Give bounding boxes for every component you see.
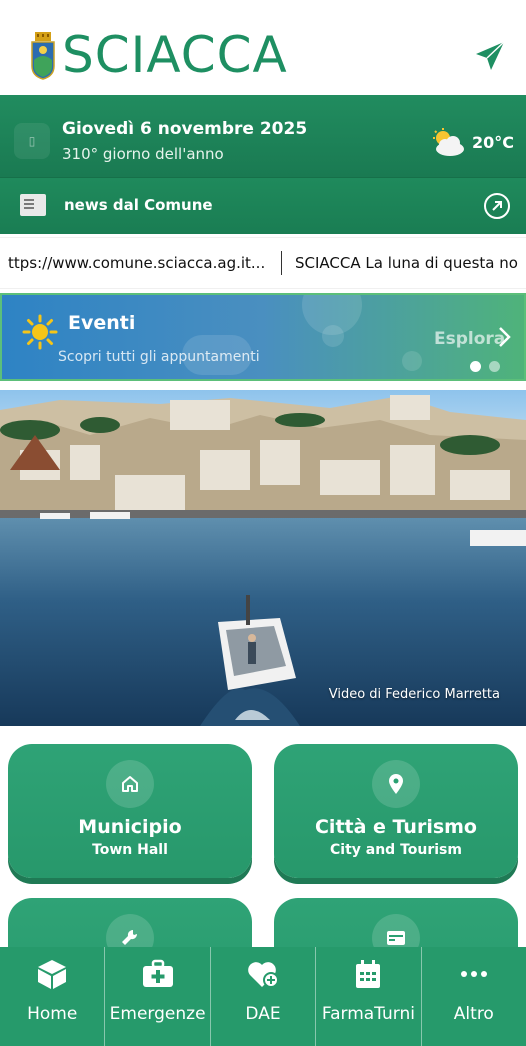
map-pin-icon	[372, 760, 420, 808]
nav-label: Altro	[453, 1004, 494, 1024]
city-crest-icon	[31, 32, 55, 80]
temperature: 20°C	[472, 133, 515, 152]
nav-label: Home	[27, 1004, 78, 1024]
send-button[interactable]	[472, 38, 508, 74]
nav-farmaturni[interactable]: FarmaTurni	[316, 947, 422, 1046]
heart-plus-icon	[246, 957, 280, 991]
news-label: news dal Comune	[64, 196, 213, 214]
tile-municipio[interactable]: Municipio Town Hall	[8, 744, 252, 878]
events-subtitle: Scopri tutti gli appuntamenti	[58, 349, 260, 365]
nav-label: FarmaTurni	[321, 1004, 415, 1024]
newspaper-icon	[20, 194, 46, 216]
arrow-up-right-circle-icon[interactable]	[484, 193, 510, 219]
tile-title: Municipio	[78, 816, 182, 838]
promo-video[interactable]: Video di Federico Marretta	[0, 390, 526, 726]
app-title: SCIACCA	[62, 26, 288, 84]
decorative-bubble	[402, 351, 422, 371]
more-dots-icon	[457, 957, 491, 991]
news-ticker[interactable]: ttps://www.comune.sciacca.ag.it... SCIAC…	[0, 237, 526, 289]
tile-subtitle: Town Hall	[92, 842, 168, 858]
day-of-year: 310° giorno dell'anno	[62, 145, 224, 163]
video-caption: Video di Federico Marretta	[328, 687, 500, 702]
tile-citta-turismo[interactable]: Città e Turismo City and Tourism	[274, 744, 518, 878]
sun-icon	[22, 314, 58, 350]
nav-emergenze[interactable]: Emergenze	[105, 947, 211, 1046]
app-header: SCIACCA	[0, 0, 526, 95]
nav-home[interactable]: Home	[0, 947, 106, 1046]
ticker-item[interactable]: ttps://www.comune.sciacca.ag.it...	[8, 254, 265, 272]
events-banner[interactable]: Eventi Scopri tutti gli appuntamenti Esp…	[0, 293, 526, 381]
app-screen: SCIACCA ▯ Giovedì 6 novembre 2025 310° g…	[0, 0, 526, 1046]
tile-title: Città e Turismo	[314, 816, 477, 838]
nav-altro[interactable]: Altro	[422, 947, 526, 1046]
first-aid-kit-icon	[141, 957, 175, 991]
harbor-video-frame	[0, 390, 526, 726]
current-date: Giovedì 6 novembre 2025	[62, 119, 308, 139]
tile-subtitle: City and Tourism	[330, 842, 462, 858]
bottom-navigation: Home Emergenze DAE FarmaTurni Altro	[0, 947, 526, 1046]
decorative-bubble	[322, 325, 344, 347]
events-title: Eventi	[68, 312, 136, 334]
news-bar[interactable]: news dal Comune	[0, 178, 526, 234]
carousel-dot[interactable]	[489, 361, 500, 372]
calendar-badge-icon: ▯	[14, 123, 50, 159]
ticker-item[interactable]: SCIACCA La luna di questa no	[295, 254, 518, 272]
partly-cloudy-icon	[433, 128, 464, 156]
cube-icon	[35, 957, 69, 991]
send-paper-plane-icon	[476, 41, 505, 70]
ticker-separator	[281, 251, 282, 275]
carousel-dot-active[interactable]	[470, 361, 481, 372]
nav-label: DAE	[245, 1004, 281, 1024]
chevron-right-icon[interactable]	[496, 326, 512, 348]
home-outline-icon	[106, 760, 154, 808]
calendar-icon	[351, 957, 385, 991]
nav-label: Emergenze	[109, 1004, 206, 1024]
nav-dae[interactable]: DAE	[211, 947, 317, 1046]
explore-link[interactable]: Esplora	[434, 329, 505, 349]
